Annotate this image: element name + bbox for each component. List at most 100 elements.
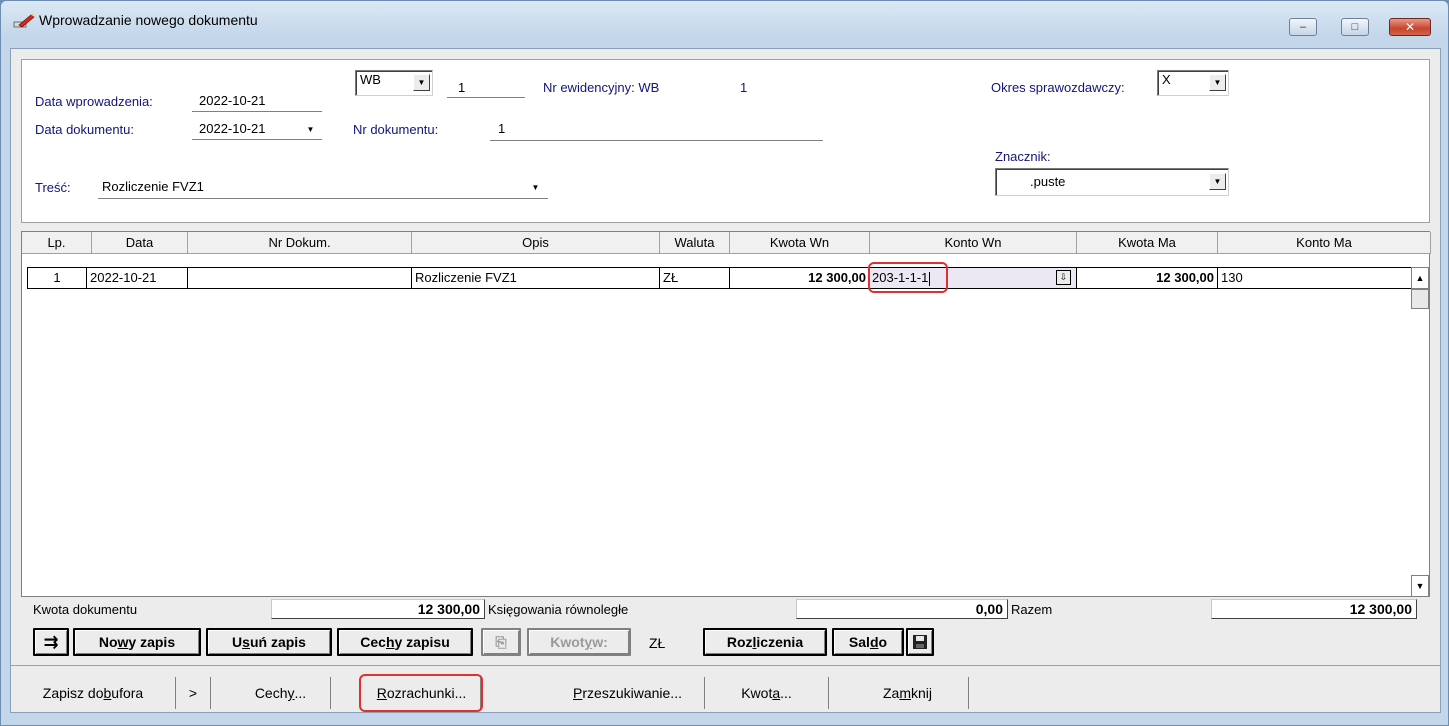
text-cursor — [929, 271, 931, 286]
data-wprowadzenia-value: 2022-10-21 — [199, 93, 266, 108]
cell-kwota-ma[interactable]: 12 300,00 — [1077, 267, 1218, 289]
data-wprowadzenia-label: Data wprowadzenia: — [35, 94, 153, 109]
arrow-up-icon: ▲ — [1415, 273, 1425, 283]
okres-dropdown-button[interactable]: ▼ — [1209, 74, 1226, 91]
data-dokumentu-input[interactable]: 2022-10-21 — [199, 121, 266, 136]
pen-document-icon — [13, 14, 35, 28]
scroll-up-button[interactable]: ▲ — [1411, 267, 1429, 289]
kwota-button[interactable]: Kwot a... — [705, 677, 829, 709]
tresc-input[interactable]: Rozliczenie FVZ1 — [102, 179, 204, 194]
kwota-dokumentu-value: 12 300,00 — [271, 599, 485, 619]
scroll-thumb[interactable] — [1411, 289, 1429, 309]
download-arrow-icon: ⇩ — [1059, 272, 1068, 282]
cell-konto-ma[interactable]: 130 — [1218, 267, 1413, 289]
konto-wn-lookup-button[interactable]: ⇩ — [1056, 270, 1071, 285]
chevron-down-icon: ▼ — [306, 124, 315, 134]
grid-vertical-scrollbar[interactable]: ▲ ▼ — [1411, 267, 1429, 597]
save-button[interactable] — [906, 628, 934, 656]
column-header-opis[interactable]: Opis — [412, 232, 660, 254]
app-window: Wprowadzanie nowego dokumentu – □ ✕ Data… — [0, 0, 1449, 726]
okres-sprawozdawczy-select[interactable]: X ▼ — [1157, 70, 1229, 96]
cechy-zapisu-button[interactable]: Cec h y zapisu — [337, 628, 473, 656]
underline — [192, 111, 322, 112]
close-icon: ✕ — [1404, 20, 1416, 34]
znacznik-label: Znacznik: — [995, 149, 1051, 164]
doc-number-input[interactable]: 1 — [458, 80, 465, 95]
razem-value: 12 300,00 — [1211, 599, 1417, 619]
nr-dokumentu-label: Nr dokumentu: — [353, 122, 439, 137]
cell-waluta[interactable]: ZŁ — [660, 267, 730, 289]
maximize-button[interactable]: □ — [1341, 18, 1369, 36]
okres-sprawozdawczy-label: Okres sprawozdawczy: — [991, 80, 1125, 95]
column-header-waluta[interactable]: Waluta — [660, 232, 730, 254]
divider — [11, 665, 1440, 666]
cell-nr-dokum[interactable] — [188, 267, 412, 289]
kwoty-w-button[interactable]: Kwot y w: — [527, 628, 631, 656]
close-button[interactable]: ✕ — [1389, 18, 1431, 36]
saldo-button[interactable]: Sal d o — [832, 628, 904, 656]
window-title: Wprowadzanie nowego dokumentu — [39, 12, 258, 28]
floppy-disk-icon — [913, 635, 927, 649]
data-dokumentu-dropdown[interactable]: ▼ — [302, 121, 319, 138]
doc-type-select[interactable]: WB ▼ — [355, 70, 433, 96]
ksiegowania-label: Księgowania równoległe — [488, 602, 629, 617]
ksiegowania-value: 0,00 — [796, 599, 1008, 619]
column-header-konto-ma[interactable]: Konto Ma — [1218, 232, 1431, 254]
dialog-body: Data wprowadzenia: 2022-10-21 Data dokum… — [10, 48, 1441, 713]
column-header-konto-wn[interactable]: Konto Wn — [870, 232, 1077, 254]
przeszukiwanie-button[interactable]: Przeszukiwanie... — [551, 677, 705, 709]
document-header-panel: Data wprowadzenia: 2022-10-21 Data dokum… — [21, 59, 1430, 223]
chevron-down-icon: ▼ — [531, 182, 540, 192]
minimize-icon: – — [1299, 21, 1307, 33]
zapisz-do-bufora-button[interactable]: Zapisz do b ufora — [11, 677, 176, 709]
usun-zapis-button[interactable]: Us uń zapis — [206, 628, 332, 656]
zamknij-button[interactable]: Za m knij — [847, 677, 969, 709]
toggle-view-button[interactable]: ⇉ — [33, 628, 69, 656]
nr-dokumentu-input[interactable]: 1 — [498, 121, 505, 136]
arrows-right-icon: ⇉ — [43, 631, 59, 652]
nr-ewidencyjny-value: 1 — [740, 80, 748, 95]
tresc-label: Treść: — [35, 180, 71, 195]
tresc-dropdown[interactable]: ▼ — [527, 179, 544, 196]
column-header-nr-dokum[interactable]: Nr Dokum. — [188, 232, 412, 254]
cell-kwota-wn[interactable]: 12 300,00 — [730, 267, 870, 289]
chevron-down-icon: ▼ — [1213, 77, 1222, 87]
title-bar[interactable]: Wprowadzanie nowego dokumentu – □ ✕ — [1, 1, 1448, 37]
konto-wn-input[interactable]: 203-1-1-1 — [870, 267, 1077, 289]
table-row[interactable]: 1 2022-10-21 Rozliczenie FVZ1 ZŁ 12 300,… — [22, 267, 1413, 289]
nr-ewidencyjny-label: Nr ewidencyjny: WB — [543, 80, 660, 95]
rozrachunki-button[interactable]: Rozrachunki... — [363, 677, 481, 709]
currency-label: ZŁ — [649, 635, 666, 651]
doc-type-dropdown-button[interactable]: ▼ — [413, 74, 430, 91]
column-header-lp[interactable]: Lp. — [22, 232, 92, 254]
column-header-kwota-ma[interactable]: Kwota Ma — [1077, 232, 1218, 254]
underline — [490, 140, 823, 141]
more-button[interactable]: > — [176, 677, 211, 709]
copy-icon: ⎘ — [495, 633, 507, 650]
cell-lp[interactable]: 1 — [27, 267, 87, 289]
rozliczenia-button[interactable]: Roz l iczenia — [703, 628, 827, 656]
minimize-button[interactable]: – — [1289, 18, 1317, 36]
konto-wn-value: 203-1-1-1 — [872, 270, 929, 285]
scroll-down-button[interactable]: ▼ — [1411, 575, 1429, 597]
underline — [192, 139, 322, 140]
maximize-icon: □ — [1351, 21, 1359, 33]
znacznik-dropdown-button[interactable]: ▼ — [1209, 173, 1226, 190]
chevron-down-icon: ▼ — [1213, 176, 1222, 186]
column-header-kwota-wn[interactable]: Kwota Wn — [730, 232, 870, 254]
znacznik-select[interactable]: .puste ▼ — [995, 168, 1229, 196]
cell-opis[interactable]: Rozliczenie FVZ1 — [412, 267, 660, 289]
underline — [447, 97, 525, 98]
kwota-dokumentu-label: Kwota dokumentu — [33, 602, 138, 617]
underline — [98, 198, 548, 199]
entries-grid: Lp. Data Nr Dokum. Opis Waluta Kwota Wn … — [21, 231, 1431, 597]
cell-data[interactable]: 2022-10-21 — [87, 267, 188, 289]
chevron-down-icon: ▼ — [417, 77, 426, 87]
nowy-zapis-button[interactable]: No w y zapis — [73, 628, 201, 656]
cechy-button[interactable]: Cech y... — [231, 677, 331, 709]
razem-label: Razem — [1011, 602, 1053, 617]
column-header-data[interactable]: Data — [92, 232, 188, 254]
grid-header: Lp. Data Nr Dokum. Opis Waluta Kwota Wn … — [22, 232, 1431, 254]
arrow-down-icon: ▼ — [1415, 581, 1425, 591]
copy-button[interactable]: ⎘ — [481, 628, 521, 656]
